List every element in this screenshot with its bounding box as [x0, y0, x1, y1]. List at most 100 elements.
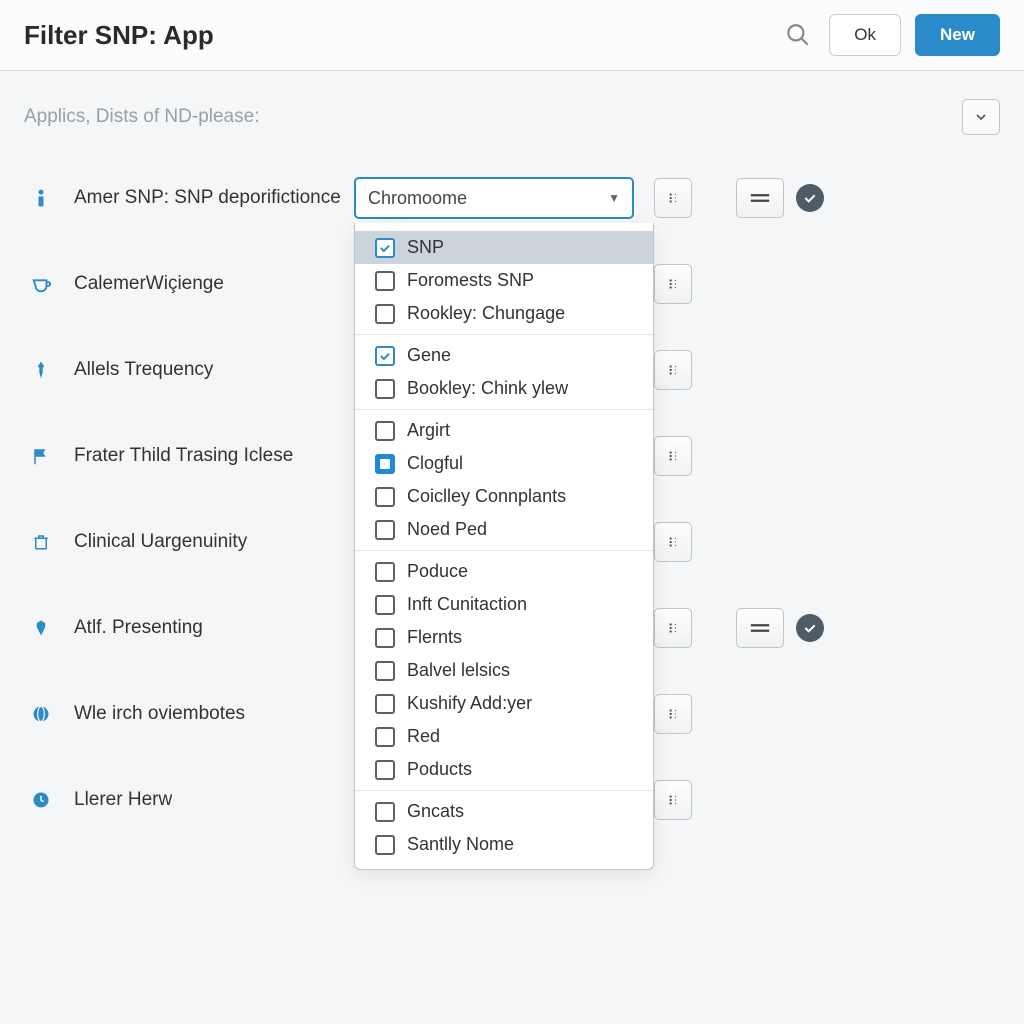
checkbox[interactable]	[375, 379, 395, 399]
globe-icon	[24, 704, 58, 724]
row-options-button[interactable]	[654, 178, 692, 218]
row-options-button[interactable]	[654, 264, 692, 304]
flag-icon	[24, 446, 58, 466]
filter-row-label: Amer SNP: SNP deporifictionce	[74, 187, 354, 209]
dropdown-item[interactable]: Red	[355, 720, 653, 753]
new-button[interactable]: New	[915, 14, 1000, 56]
chromosome-dropdown: SNP Foromests SNP Rookley: Chungage Gene Boo…	[354, 223, 654, 870]
filter-row-label: Llerer Herw	[74, 789, 354, 811]
dropdown-item[interactable]: Inft Cunitaction	[355, 588, 653, 621]
dropdown-item-label: Rookley: Chungage	[407, 303, 565, 324]
dropdown-item-label: Inft Cunitaction	[407, 594, 527, 615]
dropdown-item[interactable]: Clogful	[355, 447, 653, 480]
dropdown-item-label: Gncats	[407, 801, 464, 822]
checkbox[interactable]	[375, 520, 395, 540]
dropdown-item[interactable]: Poduce	[355, 555, 653, 588]
equals-button[interactable]	[736, 608, 784, 648]
subheader: Applics, Dists of ND-please:	[0, 71, 1024, 145]
checkbox[interactable]	[375, 271, 395, 291]
dropdown-item[interactable]: SNP	[355, 231, 653, 264]
filter-row-label: Atlf. Presenting	[74, 617, 354, 639]
filter-row-label: CalemerWiçienge	[74, 273, 354, 295]
dropdown-item-label: Kushify Add:yer	[407, 693, 532, 714]
caret-down-icon: ▼	[608, 191, 620, 205]
dropdown-item-label: Balvel lelsics	[407, 660, 510, 681]
trash-icon	[24, 531, 58, 553]
row-options-button[interactable]	[654, 780, 692, 820]
filter-row-label: Wle irch oviembotes	[74, 703, 354, 725]
dropdown-group: Gene Bookley: Chink ylew	[355, 335, 653, 410]
checkbox[interactable]	[375, 835, 395, 855]
checkbox[interactable]	[375, 304, 395, 324]
equals-button[interactable]	[736, 178, 784, 218]
dropdown-item[interactable]: Santlly Nome	[355, 828, 653, 861]
dropdown-scroll[interactable]: SNP Foromests SNP Rookley: Chungage Gene Boo…	[355, 223, 653, 869]
checkbox[interactable]	[375, 487, 395, 507]
dropdown-group: SNP Foromests SNP Rookley: Chungage	[355, 227, 653, 335]
dropdown-item[interactable]: Balvel lelsics	[355, 654, 653, 687]
dropdown-item[interactable]: Bookley: Chink ylew	[355, 372, 653, 405]
dropdown-item-label: Argirt	[407, 420, 450, 441]
dropdown-item-label: SNP	[407, 237, 444, 258]
chevron-down-icon	[973, 109, 989, 125]
dropdown-item[interactable]: Gncats	[355, 795, 653, 828]
dropdown-group: Gncats Santlly Nome	[355, 791, 653, 865]
dropdown-item[interactable]: Flernts	[355, 621, 653, 654]
chromosome-select[interactable]: Chromoome ▼	[354, 177, 634, 219]
checkbox[interactable]	[375, 421, 395, 441]
filter-row-label: Frater Thild Trasing Iclese	[74, 445, 354, 467]
tag-icon	[24, 617, 58, 639]
filter-row: Amer SNP: SNP deporifictionceChromoome▼S…	[0, 155, 1024, 241]
check-circle-icon	[796, 184, 824, 212]
dropdown-item-label: Red	[407, 726, 440, 747]
checkbox[interactable]	[375, 760, 395, 780]
checkbox[interactable]	[375, 628, 395, 648]
filter-row-label: Clinical Uargenuinity	[74, 531, 354, 553]
clock-icon	[24, 790, 58, 810]
row-options-button[interactable]	[654, 694, 692, 734]
dropdown-item[interactable]: Noed Ped	[355, 513, 653, 546]
filter-row-label: Allels Trequency	[74, 359, 354, 381]
dropdown-item-label: Poducts	[407, 759, 472, 780]
checkbox[interactable]	[375, 562, 395, 582]
dropdown-item-label: Bookley: Chink ylew	[407, 378, 568, 399]
search-icon[interactable]	[781, 18, 815, 52]
dropdown-item[interactable]: Gene	[355, 339, 653, 372]
dropdown-item-label: Foromests SNP	[407, 270, 534, 291]
checkbox[interactable]	[375, 802, 395, 822]
select-wrap: Chromoome▼SNPForomests SNPRookley: Chung…	[354, 177, 634, 219]
collapse-button[interactable]	[962, 99, 1000, 135]
dropdown-item-label: Clogful	[407, 453, 463, 474]
subheader-text: Applics, Dists of ND-please:	[24, 106, 962, 128]
dropdown-item[interactable]: Foromests SNP	[355, 264, 653, 297]
cup-icon	[24, 273, 58, 295]
row-options-button[interactable]	[654, 350, 692, 390]
dropdown-item-label: Noed Ped	[407, 519, 487, 540]
checkbox[interactable]	[375, 694, 395, 714]
dropdown-item-label: Santlly Nome	[407, 834, 514, 855]
dropdown-item-label: Flernts	[407, 627, 462, 648]
checkbox[interactable]	[375, 454, 395, 474]
checkbox[interactable]	[375, 346, 395, 366]
select-value: Chromoome	[368, 188, 467, 209]
dropdown-item[interactable]: Argirt	[355, 414, 653, 447]
checkbox[interactable]	[375, 238, 395, 258]
dropdown-item[interactable]: Coiclley Connplants	[355, 480, 653, 513]
dropdown-item-label: Coiclley Connplants	[407, 486, 566, 507]
ok-button[interactable]: Ok	[829, 14, 901, 56]
page-title: Filter SNP: App	[24, 20, 781, 51]
info-icon	[24, 187, 58, 209]
dropdown-item-label: Gene	[407, 345, 451, 366]
dropdown-item[interactable]: Poducts	[355, 753, 653, 786]
dropdown-group: Poduce Inft Cunitaction Flernts Balvel lels…	[355, 551, 653, 791]
dropdown-item[interactable]: Rookley: Chungage	[355, 297, 653, 330]
checkbox[interactable]	[375, 595, 395, 615]
dropdown-group: Argirt Clogful Coiclley Connplants Noed Ped	[355, 410, 653, 551]
row-options-button[interactable]	[654, 522, 692, 562]
checkbox[interactable]	[375, 727, 395, 747]
row-options-button[interactable]	[654, 436, 692, 476]
dropdown-item[interactable]: Kushify Add:yer	[355, 687, 653, 720]
header: Filter SNP: App Ok New	[0, 0, 1024, 71]
row-options-button[interactable]	[654, 608, 692, 648]
checkbox[interactable]	[375, 661, 395, 681]
